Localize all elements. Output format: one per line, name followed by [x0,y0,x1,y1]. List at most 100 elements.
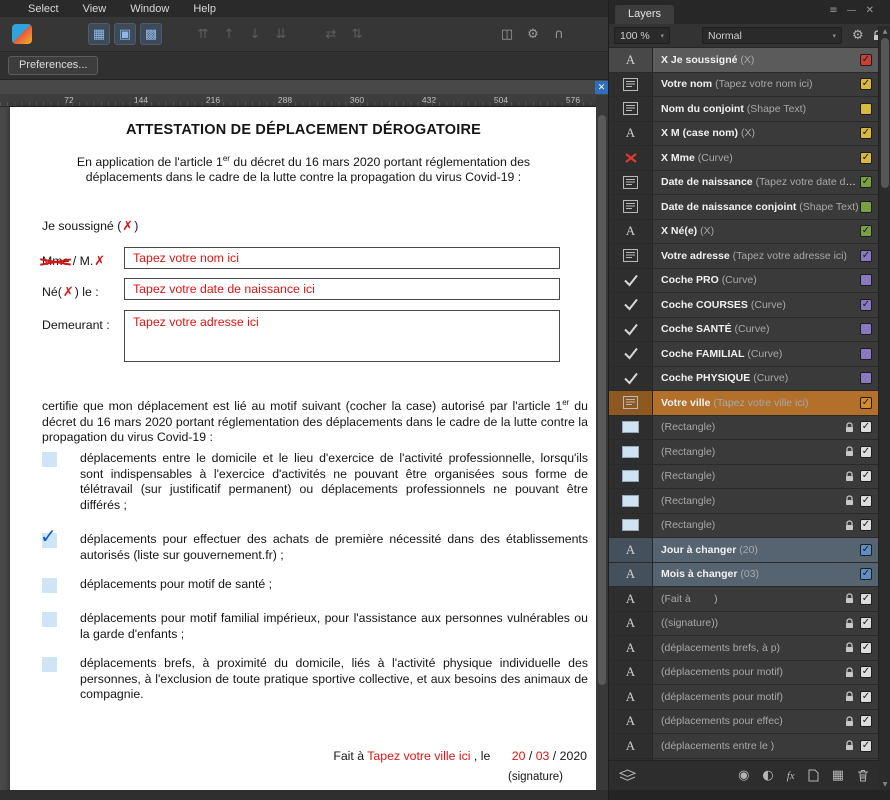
align-vertical-icon[interactable]: ⇅ [346,23,368,45]
visibility-checkbox[interactable]: ✓ [860,127,872,140]
menu-select[interactable]: Select [28,3,59,15]
visibility-checkbox[interactable]: ✓ [860,617,872,630]
panel-menu-icon[interactable]: ≡ [829,5,837,16]
scroll-up-icon[interactable]: ▲ [879,28,890,35]
adjustment-icon[interactable]: ◉ [738,768,749,783]
minimize-icon[interactable]: — [847,5,857,16]
visibility-checkbox[interactable] [860,102,872,115]
lock-icon[interactable] [841,495,857,506]
lock-icon[interactable] [841,642,857,653]
layer-row[interactable]: A ((signature)) ✓ [609,611,879,636]
layer-row[interactable]: AX Je soussigné (X) ✓ [609,48,879,73]
city-placeholder[interactable]: Tapez votre ville ici [367,749,470,763]
layer-row[interactable]: Date de naissance conjoint (Shape Text) [609,195,879,220]
name-field[interactable]: Tapez votre nom ici [124,247,560,269]
visibility-checkbox[interactable]: ✓ [860,225,872,238]
motif-checkbox[interactable]: ✓ [40,524,57,548]
visibility-checkbox[interactable] [860,372,872,385]
visibility-checkbox[interactable]: ✓ [860,396,872,409]
visibility-checkbox[interactable]: ✓ [860,151,872,164]
visibility-checkbox[interactable]: ✓ [860,568,872,581]
layer-row[interactable]: A Mois à changer (03) ✓ [609,562,879,587]
motif-checkbox[interactable] [42,452,57,467]
lock-icon[interactable] [841,446,857,457]
visibility-checkbox[interactable]: ✓ [860,249,872,262]
canvas-vertical-scrollbar[interactable] [596,95,608,790]
layer-row[interactable]: Date de naissance (Tapez votre date de n… [609,170,879,195]
move-forward-icon[interactable]: ↑ [218,23,240,45]
menu-view[interactable]: View [83,3,107,15]
visibility-checkbox[interactable]: ✓ [860,78,872,91]
document-page[interactable]: ATTESTATION DE DÉPLACEMENT DÉROGATOIRE E… [10,107,597,800]
layer-row[interactable]: A (déplacements pour motif) ✓ [609,660,879,685]
move-backward-icon[interactable]: ↓ [244,23,266,45]
preferences-button[interactable]: Preferences... [8,56,99,75]
visibility-checkbox[interactable]: ✓ [860,421,872,434]
address-field[interactable]: Tapez votre adresse ici [124,310,560,362]
lock-icon[interactable] [841,618,857,629]
layer-row[interactable]: (Rectangle) ✓ [609,489,879,514]
layer-row[interactable]: A Jour à changer (20) ✓ [609,538,879,563]
layer-row[interactable]: A (déplacements pour effec) ✓ [609,709,879,734]
blend-mode-select[interactable]: Normal ▾ [702,27,842,44]
lock-icon[interactable] [841,667,857,678]
menu-window[interactable]: Window [130,3,169,15]
visibility-checkbox[interactable]: ✓ [860,53,872,66]
visibility-checkbox[interactable]: ✓ [860,519,872,532]
new-layer-icon[interactable] [808,769,819,782]
transform-icon[interactable]: ▩ [140,23,162,45]
menu-help[interactable]: Help [193,3,216,15]
effects-icon[interactable]: fx [787,770,795,782]
layer-row[interactable]: (Rectangle) ✓ [609,513,879,538]
lock-icon[interactable] [841,422,857,433]
layers-stack-icon[interactable] [619,769,636,782]
visibility-checkbox[interactable] [860,323,872,336]
visibility-checkbox[interactable]: ✓ [860,739,872,752]
motif-checkbox[interactable] [42,657,57,672]
day-value[interactable]: 20 [512,749,526,763]
new-group-icon[interactable]: ▦ [832,768,844,783]
scrollbar-thumb[interactable] [881,38,889,188]
delete-icon[interactable] [857,769,869,782]
move-to-back-icon[interactable]: ⇊ [270,23,292,45]
lock-icon[interactable] [841,691,857,702]
opacity-select[interactable]: 100 % ▾ [614,27,670,44]
layer-row[interactable]: (Rectangle) ✓ [609,464,879,489]
visibility-checkbox[interactable]: ✓ [860,298,872,311]
lock-icon[interactable] [841,593,857,604]
align-horizontal-icon[interactable]: ⇄ [320,23,342,45]
panel-scrollbar[interactable]: ▲ ▼ [878,26,890,790]
visibility-checkbox[interactable] [860,200,872,213]
snapping-icon[interactable]: ∩ [548,23,570,45]
layer-row[interactable]: AX M (case nom) (X) ✓ [609,121,879,146]
visibility-checkbox[interactable]: ✓ [860,494,872,507]
motif-checkbox[interactable] [42,612,57,627]
layer-row[interactable]: Coche COURSES (Curve) ✓ [609,293,879,318]
gear-icon[interactable]: ⚙ [852,28,864,43]
visibility-checkbox[interactable]: ✓ [860,445,872,458]
lock-icon[interactable] [841,740,857,751]
marquee-icon[interactable]: ▣ [114,23,136,45]
scroll-down-icon[interactable]: ▼ [879,781,890,788]
layer-row[interactable]: Nom du conjoint (Shape Text) [609,97,879,122]
motif-checkbox[interactable] [42,578,57,593]
layer-row[interactable]: X Mme (Curve) ✓ [609,146,879,171]
layer-row[interactable]: Coche PRO (Curve) [609,268,879,293]
visibility-checkbox[interactable]: ✓ [860,592,872,605]
tab-layers[interactable]: Layers [615,5,675,24]
layer-row[interactable]: (Rectangle) ✓ [609,415,879,440]
mask-icon[interactable]: ◐ [762,768,773,783]
visibility-checkbox[interactable]: ✓ [860,470,872,483]
month-value[interactable]: 03 [536,749,550,763]
layer-row[interactable]: A (Fait à ) ✓ [609,587,879,612]
layer-row[interactable]: Votre ville (Tapez votre ville ici) ✓ [609,391,879,416]
insert-inside-icon[interactable]: ◫ [496,23,518,45]
visibility-checkbox[interactable]: ✓ [860,715,872,728]
layer-row[interactable]: Coche FAMILIAL (Curve) [609,342,879,367]
layer-row[interactable]: A (déplacements brefs, à p) ✓ [609,636,879,661]
grid-icon[interactable]: ▦ [88,23,110,45]
canvas-close-icon[interactable]: ✕ [595,81,608,94]
assistant-icon[interactable]: ⚙ [522,23,544,45]
visibility-checkbox[interactable]: ✓ [860,666,872,679]
layer-row[interactable]: (Rectangle) ✓ [609,440,879,465]
